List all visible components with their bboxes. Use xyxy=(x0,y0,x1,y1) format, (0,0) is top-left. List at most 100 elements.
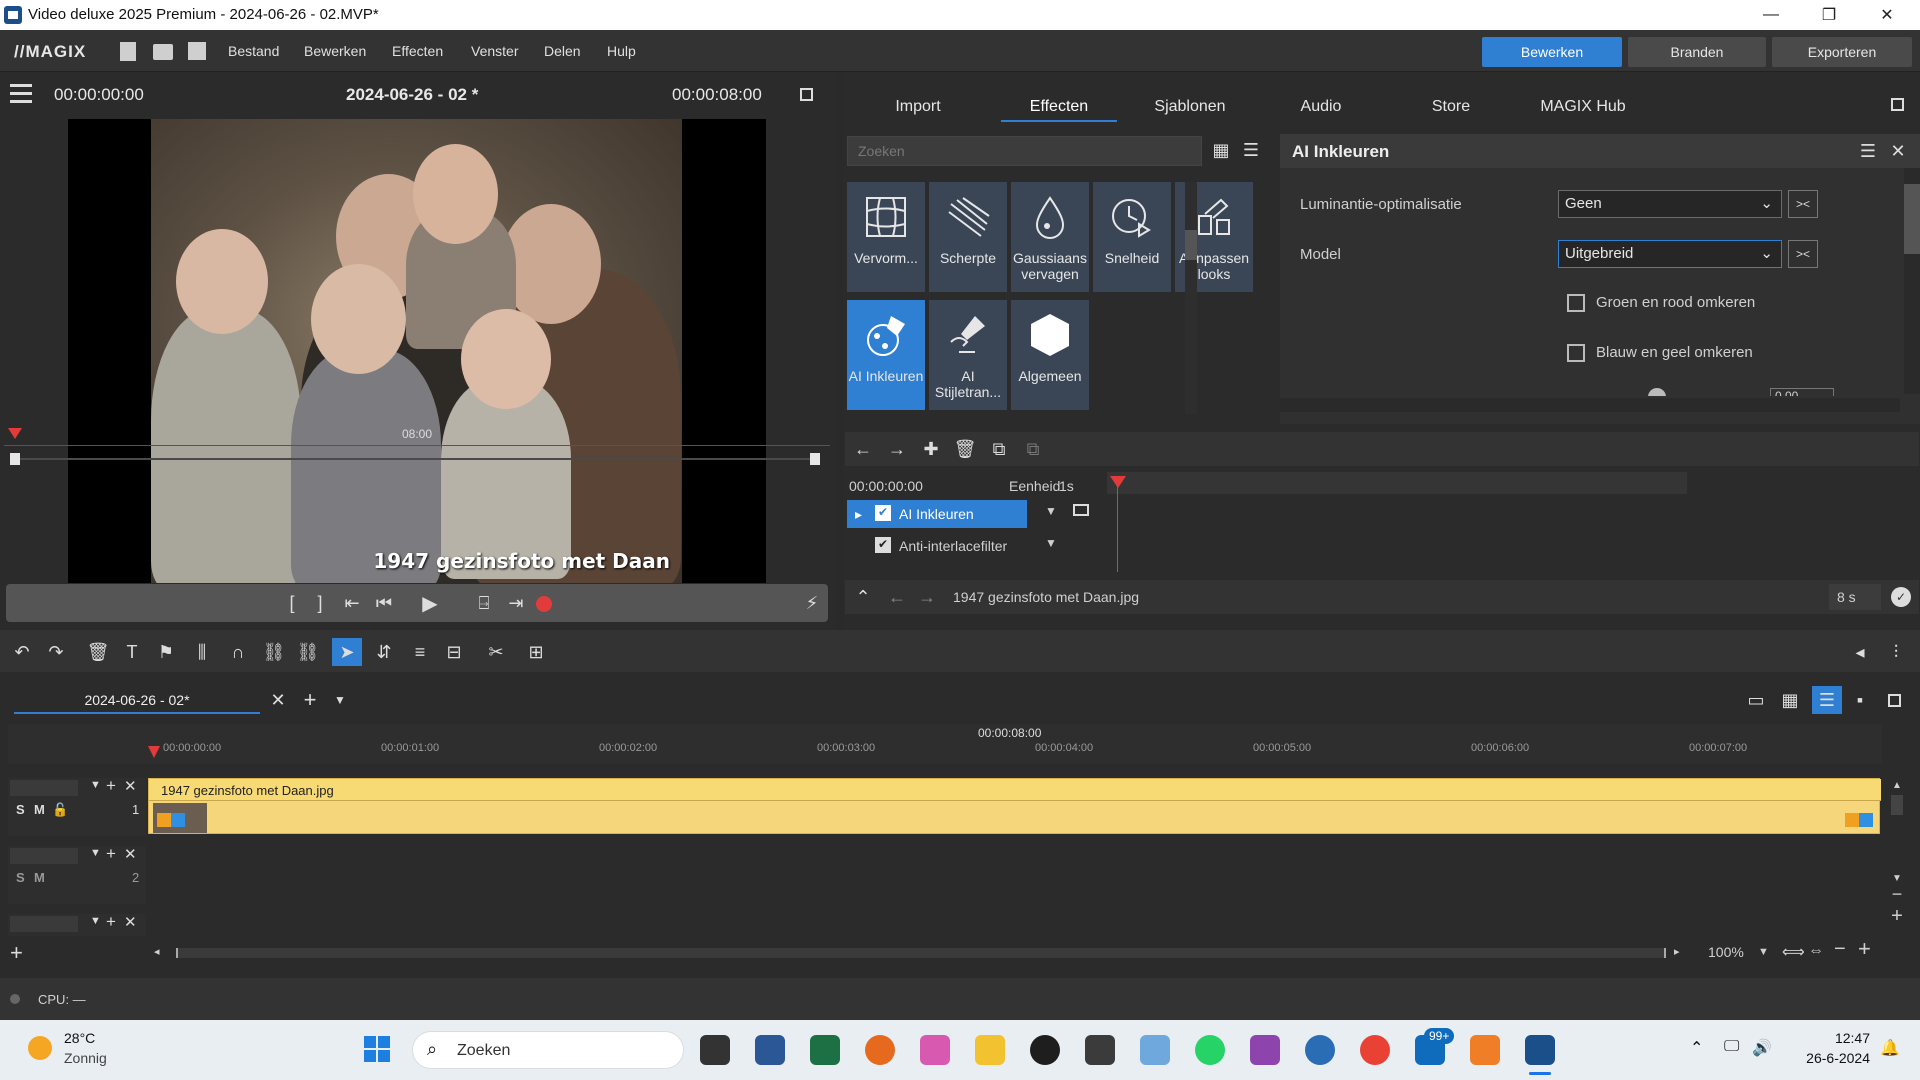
model-dropdown[interactable]: Uitgebreid ⌄ xyxy=(1558,240,1782,268)
go-to-start-icon[interactable]: ⇤ xyxy=(340,591,364,615)
fade-out-handle[interactable] xyxy=(1845,813,1859,827)
previous-marker-icon[interactable]: ⏮ xyxy=(372,591,396,615)
restore-button[interactable]: ❐ xyxy=(1800,0,1858,30)
timeline-horizontal-scroll[interactable]: ◂ ▸ xyxy=(150,944,1690,962)
taskbar-search[interactable]: ⌕ Zoeken xyxy=(412,1031,684,1069)
menu-hulp[interactable]: Hulp xyxy=(607,43,636,59)
scroll-thumb[interactable] xyxy=(176,948,1666,958)
tab-dropdown-icon[interactable]: ▼ xyxy=(328,688,352,712)
ripple-icon[interactable]: ⇵ xyxy=(372,640,396,664)
mute-button[interactable]: M xyxy=(34,870,45,885)
maximize-preview-icon[interactable] xyxy=(800,88,813,101)
speaker-icon[interactable]: ◂ xyxy=(1848,640,1872,664)
solo-button[interactable]: S xyxy=(16,870,25,885)
zoom-range-icon[interactable]: ⇔ xyxy=(1808,942,1824,960)
delete-icon[interactable]: 🗑 xyxy=(86,640,110,664)
zoom-level[interactable]: 100% xyxy=(1708,944,1744,960)
chrome-icon[interactable] xyxy=(1360,1035,1390,1065)
play-icon[interactable]: ▶ xyxy=(418,591,442,615)
range-start-handle[interactable] xyxy=(10,453,20,465)
luminance-reset-icon[interactable]: >< xyxy=(1788,190,1818,218)
blue-yellow-checkbox[interactable] xyxy=(1567,344,1585,362)
new-file-icon[interactable] xyxy=(120,42,136,61)
tile-ai-stijltransfer[interactable]: AI Stijletran... xyxy=(929,300,1007,410)
lightning-icon[interactable]: ⚡ xyxy=(800,591,824,615)
redo-icon[interactable]: ↷ xyxy=(44,640,68,664)
chain-playhead[interactable] xyxy=(1110,476,1126,488)
panel-menu-icon[interactable]: ☰ xyxy=(1856,139,1880,163)
insert-icon[interactable]: ⊞ xyxy=(524,640,548,664)
tab-sjablonen[interactable]: Sjablonen xyxy=(1131,98,1249,122)
file-explorer-icon[interactable] xyxy=(975,1035,1005,1065)
settings-sliders-icon[interactable]: ⫶ xyxy=(1884,640,1908,664)
mixer-icon[interactable]: ⫼ xyxy=(190,640,214,664)
effects-search-input[interactable]: Zoeken xyxy=(847,136,1202,166)
panel-horizontal-scrollbar[interactable] xyxy=(1280,398,1900,412)
network-icon[interactable]: 🖵 xyxy=(1724,1038,1739,1056)
tile-scherpte[interactable]: Scherpte xyxy=(929,182,1007,292)
record-icon[interactable] xyxy=(536,596,552,612)
paste-effect-icon[interactable]: ⧉ xyxy=(1021,437,1045,461)
effect-row-ai-inkleuren[interactable]: ▸ ✔ AI Inkleuren xyxy=(847,500,1027,528)
maximize-panel-icon[interactable] xyxy=(1891,98,1904,111)
link-icon[interactable]: ⛓ xyxy=(262,640,286,664)
range-end-handle[interactable] xyxy=(810,453,820,465)
mode-bewerken-button[interactable]: Bewerken xyxy=(1482,37,1622,67)
track-name-field[interactable] xyxy=(10,848,78,864)
add-effect-icon[interactable]: ✚ xyxy=(919,437,943,461)
model-reset-icon[interactable]: >< xyxy=(1788,240,1818,268)
tile-ai-inkleuren[interactable]: AI Inkleuren xyxy=(847,300,925,410)
clapper-icon[interactable] xyxy=(1250,1035,1280,1065)
fit-icon[interactable]: ⟺ xyxy=(1782,942,1805,962)
zoom-dropdown-icon[interactable]: ▼ xyxy=(1758,946,1769,958)
cut-icon[interactable]: ✂ xyxy=(484,640,508,664)
tile-gaussiaans-vervagen[interactable]: Gaussiaans vervagen xyxy=(1011,182,1089,292)
menu-delen[interactable]: Delen xyxy=(544,43,581,59)
time-ruler[interactable]: 00:00:08:00 00:00:00:00 00:00:01:00 00:0… xyxy=(8,724,1882,764)
text-icon[interactable]: T xyxy=(120,640,144,664)
close-button[interactable]: ✕ xyxy=(1858,0,1916,30)
word-icon[interactable] xyxy=(755,1035,785,1065)
playhead-marker[interactable] xyxy=(8,428,22,439)
clip-prev-icon[interactable]: ← xyxy=(885,585,909,609)
tab-store[interactable]: Store xyxy=(1393,98,1509,122)
multi-ripple-icon[interactable]: ≡ xyxy=(408,640,432,664)
add-track-button[interactable]: + xyxy=(10,940,23,966)
confirm-icon[interactable]: ✓ xyxy=(1891,587,1911,607)
range-icon[interactable]: ⊟ xyxy=(442,640,466,664)
hamburger-menu-icon[interactable] xyxy=(10,84,32,104)
go-to-end-icon[interactable]: ⇥ xyxy=(504,591,528,615)
media-player-icon[interactable] xyxy=(1470,1035,1500,1065)
photo-manager-icon[interactable] xyxy=(1140,1035,1170,1065)
clock-date[interactable]: 26-6-2024 xyxy=(1790,1050,1870,1066)
video-deluxe-taskbar-icon[interactable] xyxy=(1525,1035,1555,1065)
menu-bestand[interactable]: Bestand xyxy=(228,43,279,59)
marker-flag-icon[interactable]: ⚑ xyxy=(154,640,178,664)
mark-in-icon[interactable]: [ xyxy=(280,591,304,615)
view-timeline-icon[interactable]: ☰ xyxy=(1812,686,1842,714)
next-frame-icon[interactable]: ⍈ xyxy=(472,591,496,615)
camera-icon[interactable] xyxy=(1073,504,1089,516)
tile-vervormen[interactable]: Vervorm... xyxy=(847,182,925,292)
panel-close-icon[interactable]: ✕ xyxy=(1886,139,1910,163)
grid-view-icon[interactable]: ▦ xyxy=(1209,138,1233,162)
slider-handle[interactable] xyxy=(1648,388,1666,396)
firefox-icon[interactable] xyxy=(865,1035,895,1065)
effect-dropdown-icon[interactable]: ▼ xyxy=(1045,504,1057,518)
timeline-tab[interactable]: 2024-06-26 - 02* xyxy=(14,686,260,714)
magnet-icon[interactable]: ∩ xyxy=(226,640,250,664)
range-slider[interactable] xyxy=(10,453,820,465)
effect-dropdown-icon[interactable]: ▼ xyxy=(1045,536,1057,550)
menu-bewerken[interactable]: Bewerken xyxy=(304,43,366,59)
tile-snelheid[interactable]: Snelheid xyxy=(1093,182,1171,292)
select-arrow-icon[interactable]: ➤ xyxy=(332,638,362,666)
app-globe-icon[interactable] xyxy=(1030,1035,1060,1065)
mute-button[interactable]: M xyxy=(34,802,45,817)
clip-1947-gezinsfoto[interactable]: 1947 gezinsfoto met Daan.jpg xyxy=(148,778,1881,834)
whatsapp-icon[interactable] xyxy=(1195,1035,1225,1065)
solo-button[interactable]: S xyxy=(16,802,25,817)
mode-branden-button[interactable]: Branden xyxy=(1628,37,1766,67)
movie-app-icon[interactable] xyxy=(1085,1035,1115,1065)
unlink-icon[interactable]: ⛓ xyxy=(296,640,320,664)
timeline-playhead[interactable] xyxy=(148,746,160,758)
